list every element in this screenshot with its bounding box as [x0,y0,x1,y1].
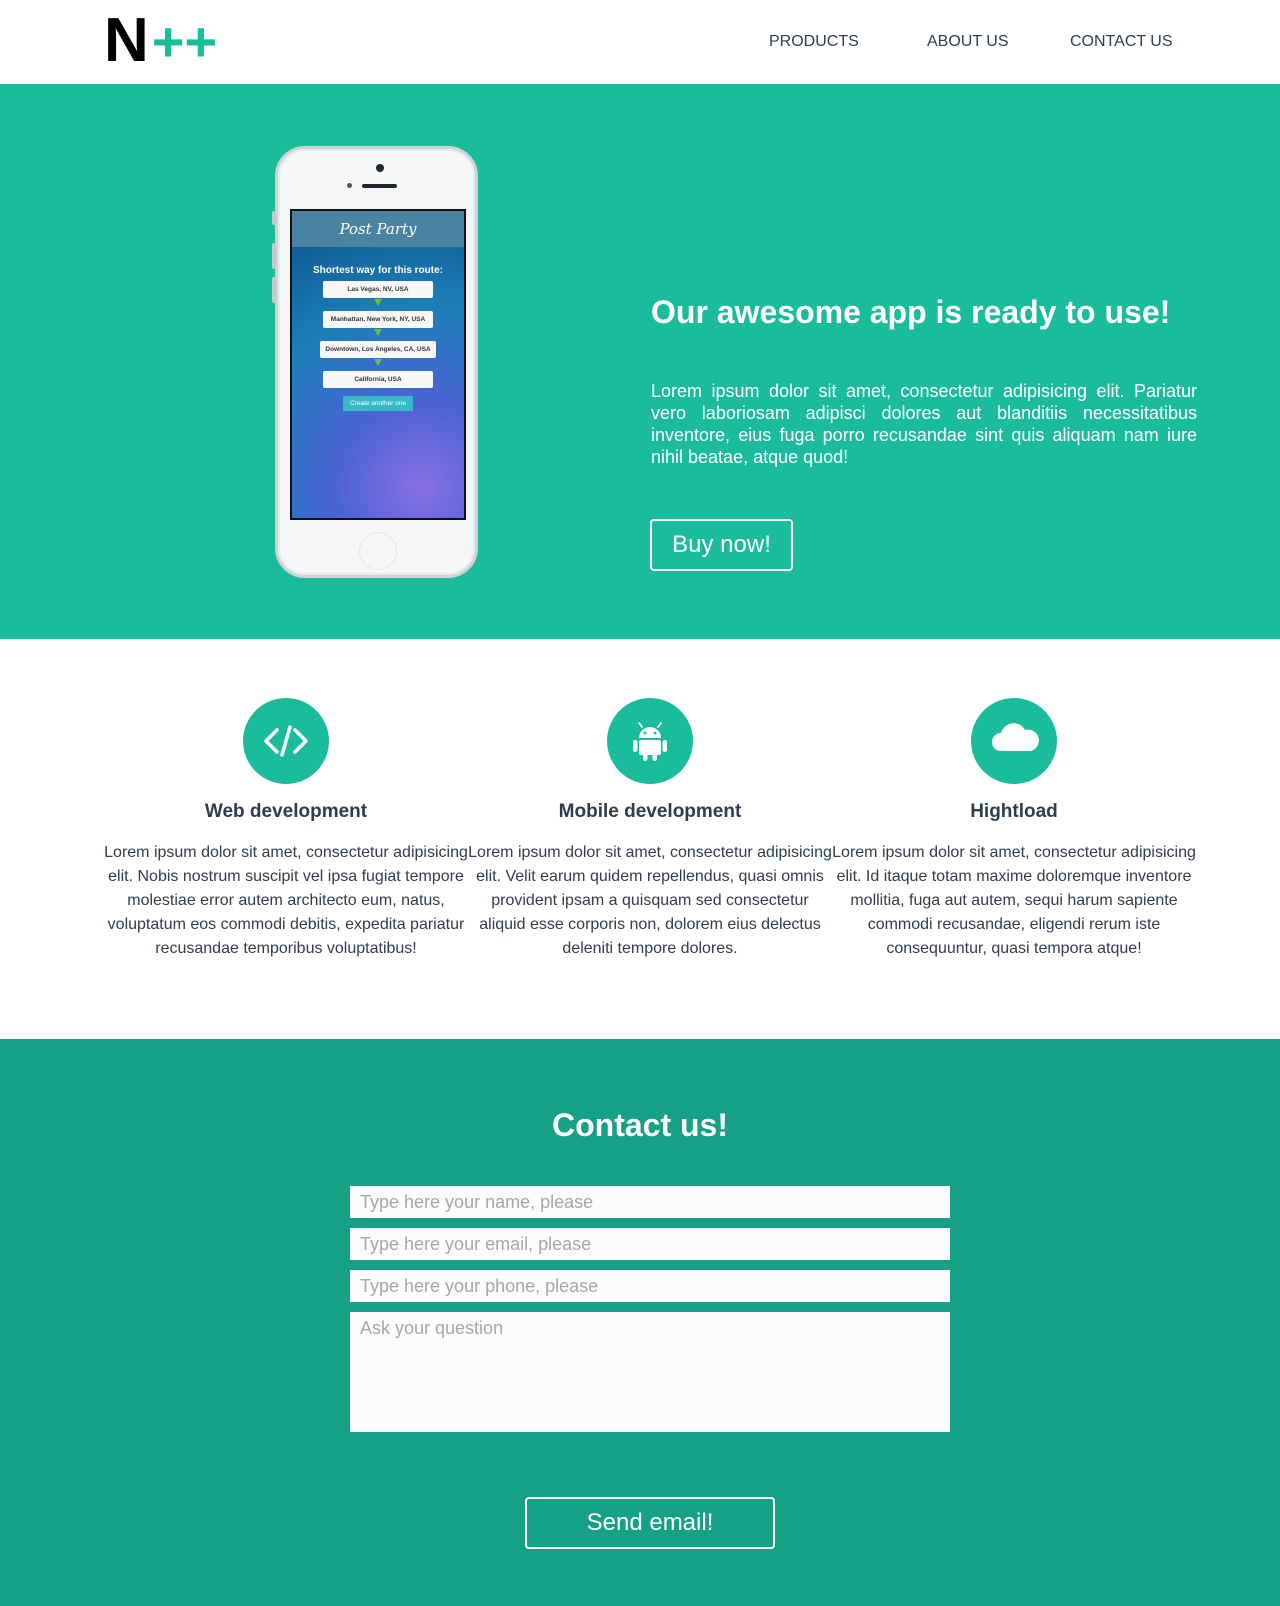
feature-hightload: Hightload Lorem ipsum dolor sit amet, co… [832,639,1196,961]
code-icon [243,698,329,784]
feature-text: Lorem ipsum dolor sit amet, consectetur … [104,844,468,957]
route-item: California, USA [323,371,433,388]
feature-title: Mobile development [558,801,742,822]
nav-products-link[interactable]: PRODUCTS [769,31,859,53]
phone-home-button [359,532,397,570]
buy-now-button[interactable]: Buy now! [650,519,793,571]
feature-text: Lorem ipsum dolor sit amet, consectetur … [468,844,832,957]
hero-description: Lorem ipsum dolor sit amet, consectetur … [651,381,1197,467]
phone-volume-down [272,277,276,303]
nav-contact-link[interactable]: CONTACT US [1070,31,1173,53]
contact-title: Contact us! [552,1107,728,1143]
down-arrow-icon [374,329,382,336]
feature-mobile-development: Mobile development Lorem ipsum dolor sit… [468,639,832,961]
route-item: Las Vegas, NV, USA [323,281,433,298]
route-list: Las Vegas, NV, USA Manhattan, New York, … [292,281,464,388]
phone-screen: Post Party Shortest way for this route: … [290,209,466,520]
phone-speaker [362,184,397,188]
feature-web-development: Web development Lorem ipsum dolor sit am… [104,639,468,961]
main-nav: PRODUCTS ABOUT US CONTACT US [0,31,1280,53]
down-arrow-icon [374,359,382,366]
phone-input[interactable] [350,1270,950,1302]
hero-section: Post Party Shortest way for this route: … [0,84,1280,639]
name-input[interactable] [350,1186,950,1218]
phone-mute-switch [272,211,276,225]
nav-about-link[interactable]: ABOUT US [927,31,1009,53]
app-heading: Shortest way for this route: [312,265,443,276]
app-create-button: Create another one [343,396,413,411]
site-header: N++ PRODUCTS ABOUT US CONTACT US [0,0,1280,84]
feature-title: Hightload [970,801,1058,822]
phone-volume-up [272,243,276,269]
features-section: Web development Lorem ipsum dolor sit am… [0,639,1280,1039]
phone-mockup: Post Party Shortest way for this route: … [272,146,478,578]
send-email-button[interactable]: Send email! [525,1497,775,1549]
app-name: Post Party [292,211,464,247]
feature-text: Lorem ipsum dolor sit amet, consectetur … [832,844,1196,957]
android-icon [607,698,693,784]
route-item: Manhattan, New York, NY, USA [323,311,433,328]
email-input[interactable] [350,1228,950,1260]
question-textarea[interactable] [350,1312,950,1432]
down-arrow-icon [374,299,382,306]
route-item: Downtown, Los Angeles, CA, USA [320,341,436,358]
feature-title: Web development [204,801,368,822]
contact-section: Contact us! Send email! [0,1039,1280,1606]
cloud-icon [971,698,1057,784]
hero-title: Our awesome app is ready to use! [651,294,1171,330]
phone-camera [376,164,384,172]
phone-sensor [347,183,352,188]
